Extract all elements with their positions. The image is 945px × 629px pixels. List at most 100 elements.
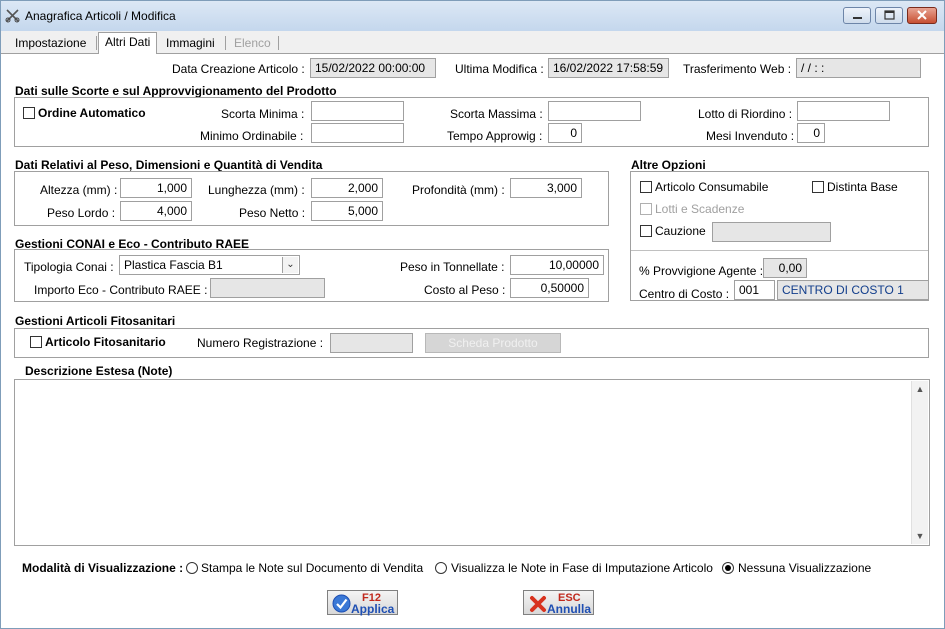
close-button[interactable] (907, 7, 937, 24)
conai-section: Tipologia Conai : Plastica Fascia B1 ⌄ P… (14, 249, 609, 302)
consumable-label: Articolo Consumabile (655, 180, 769, 194)
length-label: Lunghezza (mm) : (208, 183, 305, 197)
chevron-down-icon[interactable]: ⌄ (282, 257, 298, 273)
cost-weight-input[interactable]: 0,50000 (510, 278, 589, 298)
length-input[interactable]: 2,000 (311, 178, 383, 198)
x-icon (530, 596, 546, 612)
maximize-icon (884, 10, 895, 20)
lots-checkbox (640, 203, 652, 215)
radio-print-notes[interactable] (186, 562, 198, 574)
radio-no-display-label[interactable]: Nessuna Visualizzazione (738, 561, 871, 575)
lots-label: Lotti e Scadenze (655, 202, 745, 216)
stock-section: Ordine Automatico Scorta Minima : Scorta… (14, 97, 929, 147)
tab-content-altri-dati: Data Creazione Articolo : 15/02/2022 00:… (1, 54, 944, 628)
phyto-section-title: Gestioni Articoli Fitosanitari (15, 314, 176, 328)
eco-label: Importo Eco - Contributo RAEE : (34, 283, 208, 297)
notes-scrollbar[interactable]: ▲ ▼ (911, 381, 928, 544)
minimize-button[interactable] (843, 7, 871, 24)
radio-show-notes-label[interactable]: Visualizza le Note in Fase di Imputazion… (451, 561, 713, 575)
auto-order-label: Ordine Automatico (38, 106, 146, 120)
conai-type-value: Plastica Fascia B1 (124, 258, 223, 272)
notes-textarea[interactable]: ▲ ▼ (14, 379, 930, 546)
scroll-up-icon[interactable]: ▲ (912, 381, 928, 397)
radio-show-notes[interactable] (435, 562, 447, 574)
radio-no-display[interactable] (722, 562, 734, 574)
reorder-lot-label: Lotto di Riordino : (698, 107, 793, 121)
apply-button[interactable]: F12 Applica (327, 590, 398, 616)
reorder-lot-input[interactable] (797, 101, 890, 121)
height-input[interactable]: 1,000 (120, 178, 192, 198)
tons-input[interactable]: 10,00000 (510, 255, 604, 275)
consumable-checkbox[interactable] (640, 181, 652, 193)
deposit-label: Cauzione (655, 224, 706, 238)
min-stock-label: Scorta Minima : (221, 107, 305, 121)
tab-elenco: Elenco (234, 36, 271, 50)
stock-section-title: Dati sulle Scorte e sul Approvvigionamen… (15, 84, 337, 98)
cost-center-code-input[interactable]: 001 (734, 280, 775, 300)
other-options-title: Altre Opzioni (631, 158, 706, 172)
scissors-icon (5, 9, 20, 23)
options-divider (631, 250, 928, 251)
creation-date-field: 15/02/2022 00:00:00 (310, 58, 436, 78)
tab-immagini[interactable]: Immagini (160, 34, 221, 52)
tab-bar: Impostazione Altri Dati Immagini Elenco (1, 31, 944, 54)
min-stock-input[interactable] (311, 101, 404, 121)
net-weight-input[interactable]: 5,000 (311, 201, 383, 221)
supply-time-label: Tempo Approwig : (447, 129, 543, 143)
cost-center-label: Centro di Costo : (639, 287, 730, 301)
window-title: Anagrafica Articoli / Modifica (25, 9, 176, 23)
deposit-checkbox[interactable] (640, 225, 652, 237)
tab-altri-dati[interactable]: Altri Dati (98, 32, 158, 54)
phyto-section: Articolo Fitosanitario Numero Registrazi… (14, 328, 929, 358)
min-order-input[interactable] (311, 123, 404, 143)
conai-type-select[interactable]: Plastica Fascia B1 ⌄ (119, 255, 300, 275)
tons-label: Peso in Tonnellate : (400, 260, 505, 274)
height-label: Altezza (mm) : (40, 183, 118, 197)
cost-weight-label: Costo al Peso : (424, 283, 506, 297)
phyto-checkbox[interactable] (30, 336, 42, 348)
min-order-label: Minimo Ordinabile : (200, 129, 304, 143)
minimize-icon (853, 17, 862, 19)
depth-input[interactable]: 3,000 (510, 178, 582, 198)
eco-field (210, 278, 325, 298)
creation-date-label: Data Creazione Articolo : (172, 62, 305, 76)
maximize-button[interactable] (875, 7, 903, 24)
commission-field: 0,00 (763, 258, 807, 278)
cancel-button[interactable]: ESC Annulla (523, 590, 594, 616)
auto-order-checkbox[interactable] (23, 107, 35, 119)
product-sheet-button: Scheda Prodotto (425, 333, 561, 353)
bom-label: Distinta Base (827, 180, 898, 194)
app-window: Anagrafica Articoli / Modifica Impostazi… (0, 0, 945, 629)
notes-title: Descrizione Estesa (Note) (25, 364, 173, 378)
last-modified-field: 16/02/2022 17:58:59 (548, 58, 669, 78)
commission-label: % Provvigione Agente : (639, 264, 764, 278)
net-weight-label: Peso Netto : (239, 206, 306, 220)
dimensions-section-title: Dati Relativi al Peso, Dimensioni e Quan… (15, 158, 323, 172)
radio-print-notes-label[interactable]: Stampa le Note sul Documento di Vendita (201, 561, 423, 575)
deposit-amount-field (712, 222, 831, 242)
tab-separator (96, 36, 97, 50)
registration-label: Numero Registrazione : (197, 336, 324, 350)
close-icon (917, 10, 927, 20)
gross-weight-input[interactable]: 4,000 (120, 201, 192, 221)
gross-weight-label: Peso Lordo : (47, 206, 116, 220)
cost-center-name-field: CENTRO DI COSTO 1 (777, 280, 929, 300)
max-stock-input[interactable] (548, 101, 641, 121)
bom-checkbox[interactable] (812, 181, 824, 193)
title-bar: Anagrafica Articoli / Modifica (1, 1, 944, 31)
check-icon (332, 594, 351, 613)
web-transfer-label: Trasferimento Web : (683, 62, 792, 76)
tab-impostazione[interactable]: Impostazione (9, 34, 92, 52)
apply-label: Applica (351, 602, 395, 616)
cancel-label: Annulla (547, 602, 591, 616)
display-mode-label: Modalità di Visualizzazione : (22, 561, 184, 575)
unsold-months-input[interactable]: 0 (797, 123, 825, 143)
registration-field (330, 333, 413, 353)
phyto-label: Articolo Fitosanitario (45, 335, 166, 349)
unsold-months-label: Mesi Invenduto : (706, 129, 795, 143)
dimensions-section: Altezza (mm) : 1,000 Lunghezza (mm) : 2,… (14, 171, 609, 226)
supply-time-input[interactable]: 0 (548, 123, 582, 143)
tab-separator (278, 36, 279, 50)
scroll-down-icon[interactable]: ▼ (912, 528, 928, 544)
tab-separator (225, 36, 226, 50)
